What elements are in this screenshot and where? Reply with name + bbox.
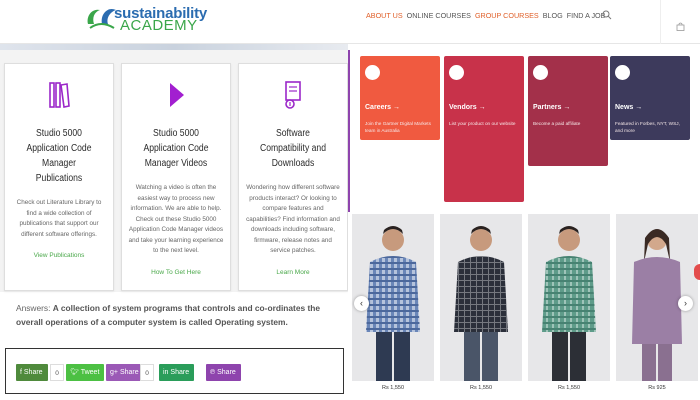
- tile-title: Partners →: [533, 104, 571, 111]
- product-carousel: Rs 1,550 Rs 1,550 Rs 1,550 Rs 925 ‹ ›: [348, 212, 700, 400]
- card-videos: Studio 5000 Application Code Manager Vid…: [121, 63, 231, 291]
- share-label: Share: [23, 369, 43, 376]
- main-nav: ABOUT US ONLINE COURSES GROUP COURSES BL…: [366, 11, 605, 20]
- product-price: Rs 1,550: [469, 385, 492, 391]
- news-icon: [615, 65, 630, 80]
- download-file-icon: [285, 81, 301, 109]
- card-title: Studio 5000 Application Code Manager Vid…: [143, 128, 209, 169]
- vendors-icon: [449, 65, 464, 80]
- logo-mark-icon: [87, 8, 116, 29]
- careers-icon: [365, 65, 380, 80]
- product-price: Rs 925: [648, 385, 666, 391]
- nav-about-us[interactable]: ABOUT US: [366, 11, 403, 20]
- product-card[interactable]: Rs 1,550: [440, 214, 522, 391]
- shopping-bag-icon[interactable]: [676, 22, 685, 31]
- tile-text: Become a paid affiliate: [533, 121, 581, 126]
- tile-text: List your product on our website: [449, 121, 516, 126]
- nav-group-courses[interactable]: GROUP COURSES: [475, 11, 539, 20]
- tile-title: Vendors →: [449, 104, 486, 111]
- nav-find-a-job[interactable]: FIND A JOB: [567, 11, 606, 20]
- share-bar: f Share 0 🐦︎ Tweet g+ Share 0 in Share ℗…: [5, 348, 344, 394]
- card-title: Studio 5000 Application Code Manager Pub…: [26, 128, 92, 184]
- tile-title: Careers →: [365, 104, 401, 111]
- pinterest-share-button[interactable]: ℗ Share: [206, 364, 241, 381]
- tile-vendors[interactable]: Vendors → List your product on our websi…: [444, 56, 524, 202]
- logo-text-bottom: ACADEMY: [120, 17, 198, 34]
- side-badge[interactable]: [694, 264, 700, 280]
- product-image: [528, 214, 610, 381]
- tile-news[interactable]: News → Featured in Forbes, NYT, WSJ, and…: [610, 56, 690, 140]
- product-price: Rs 1,550: [381, 385, 404, 391]
- tile-title: News →: [615, 104, 643, 111]
- how-to-get-here-link[interactable]: How To Get Here: [122, 269, 230, 276]
- resources-panel: Studio 5000 Application Code Manager Pub…: [0, 50, 348, 292]
- carousel-prev-arrow[interactable]: ‹: [354, 296, 369, 311]
- answer-text: Answers: A collection of system programs…: [6, 301, 344, 341]
- google-plus-icon: g+: [110, 369, 120, 376]
- play-icon: [170, 83, 184, 107]
- product-image: [440, 214, 522, 381]
- partners-icon: [533, 65, 548, 80]
- share-label: Share: [170, 369, 190, 376]
- product-price: Rs 1,550: [557, 385, 580, 391]
- search-icon[interactable]: [602, 10, 612, 20]
- card-text: Watching a video is often the easiest wa…: [128, 184, 224, 254]
- nav-online-courses[interactable]: ONLINE COURSES: [407, 11, 471, 20]
- facebook-share-button[interactable]: f Share: [16, 364, 48, 381]
- tile-careers[interactable]: Careers → Join the Gartner Digital Marke…: [360, 56, 440, 140]
- book-stack-icon: [49, 82, 70, 108]
- twitter-icon: 🐦︎: [70, 369, 81, 376]
- card-downloads: Software Compatibility and Downloads Won…: [238, 63, 348, 291]
- carousel-next-arrow[interactable]: ›: [678, 296, 693, 311]
- promo-tiles: Careers → Join the Gartner Digital Marke…: [348, 50, 700, 212]
- share-count: 0: [140, 364, 154, 381]
- answer-body: A collection of system programs that con…: [16, 303, 321, 327]
- share-count: 0: [50, 364, 64, 381]
- answer-prefix: Answers:: [16, 303, 51, 313]
- google-plus-share-button[interactable]: g+ Share: [106, 364, 144, 381]
- share-label: Share: [119, 369, 139, 376]
- tile-text: Featured in Forbes, NYT, WSJ, and more: [615, 121, 680, 133]
- card-text: Wondering how different software product…: [246, 184, 340, 254]
- share-label: Tweet: [80, 369, 100, 376]
- learn-more-link[interactable]: Learn More: [239, 269, 347, 276]
- nav-blog[interactable]: BLOG: [543, 11, 563, 20]
- share-label: Share: [217, 369, 236, 376]
- card-text: Check out Literature Library to find a w…: [16, 199, 102, 238]
- tile-text: Join the Gartner Digital Markets team in…: [365, 121, 431, 133]
- card-title: Software Compatibility and Downloads: [260, 128, 326, 169]
- cart-area: [660, 0, 700, 44]
- linkedin-share-button[interactable]: in Share: [159, 364, 195, 381]
- tile-partners[interactable]: Partners → Become a paid affiliate: [528, 56, 608, 166]
- logo[interactable]: sustainability ACADEMY: [84, 2, 234, 34]
- twitter-tweet-button[interactable]: 🐦︎ Tweet: [66, 364, 105, 381]
- view-publications-link[interactable]: View Publications: [5, 252, 113, 259]
- card-publications: Studio 5000 Application Code Manager Pub…: [4, 63, 114, 291]
- product-card[interactable]: Rs 1,550: [528, 214, 610, 391]
- site-header: sustainability ACADEMY ABOUT US ONLINE C…: [0, 0, 700, 44]
